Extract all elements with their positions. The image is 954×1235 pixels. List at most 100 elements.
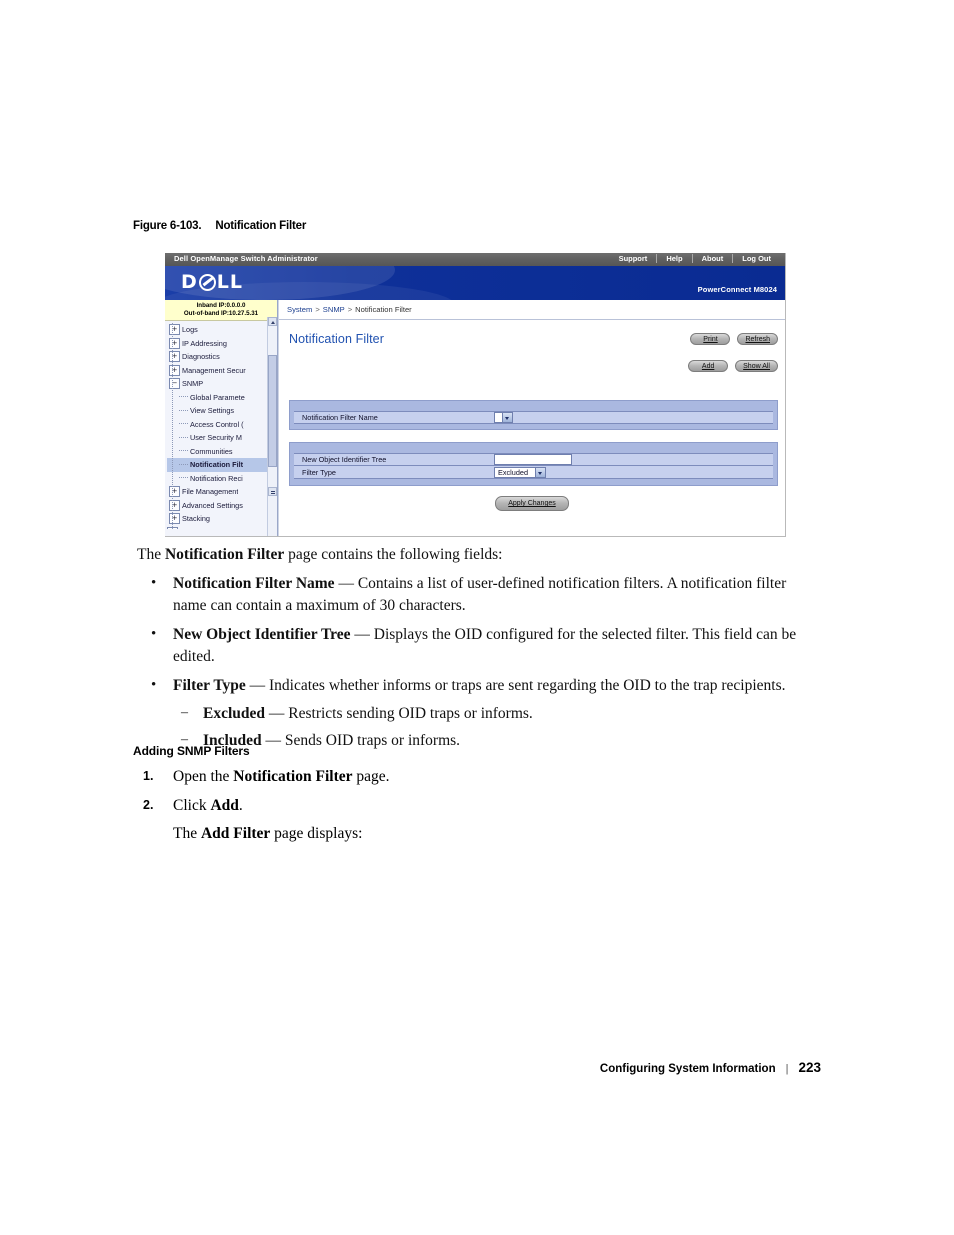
sidebar-item-label: Logs bbox=[182, 325, 198, 335]
expand-icon[interactable]: + bbox=[169, 499, 180, 511]
scroll-up-arrow-icon[interactable] bbox=[268, 317, 277, 326]
step-cont-pre: The bbox=[173, 825, 201, 842]
tree-leaf-connector-icon[interactable] bbox=[179, 477, 188, 479]
field-bullet: • Filter Type — Indicates whether informs… bbox=[137, 675, 817, 752]
notification-filter-name-row: Notification Filter Name bbox=[294, 411, 773, 424]
panel-spacer bbox=[290, 401, 777, 411]
tree-guide-line bbox=[172, 323, 173, 529]
sidebar-item-label: Management Secur bbox=[182, 365, 246, 375]
app-titlebar: Dell OpenManage Switch Administrator Sup… bbox=[165, 253, 785, 266]
footer-page-number: 223 bbox=[798, 1060, 821, 1075]
bullet-dash: — bbox=[334, 575, 358, 592]
tree-leaf-connector-icon[interactable] bbox=[179, 436, 188, 439]
support-link[interactable]: Support bbox=[610, 254, 657, 263]
dell-logo-e-icon bbox=[198, 274, 216, 291]
sidebar-item-communities[interactable]: Communities bbox=[167, 445, 277, 459]
bullet-marker: • bbox=[151, 677, 157, 693]
page-footer: Configuring System Information | 223 bbox=[600, 1060, 821, 1075]
filter-type-row: Filter Type Excluded bbox=[294, 466, 773, 479]
sidebar-item-label: Notification Filt bbox=[190, 460, 244, 470]
app-name-label: Dell OpenManage Switch Administrator bbox=[174, 254, 318, 263]
lead-pre: The bbox=[137, 546, 165, 563]
sidebar-item-notification-filt[interactable]: Notification Filt bbox=[167, 458, 277, 472]
step-2-number: 2. bbox=[143, 797, 154, 812]
lead-paragraph: The Notification Filter page contains th… bbox=[137, 544, 817, 565]
tree-leaf-connector-icon[interactable] bbox=[179, 450, 188, 452]
notification-filter-name-label: Notification Filter Name bbox=[302, 413, 378, 422]
toolbar-row-print-refresh: Print Refresh bbox=[690, 333, 778, 345]
chevron-down-icon bbox=[502, 413, 512, 422]
filter-type-select[interactable]: Excluded bbox=[494, 466, 546, 478]
notification-filter-name-select[interactable] bbox=[494, 412, 513, 423]
filter-type-option-list: – Excluded — Restricts sending OID traps … bbox=[173, 703, 817, 752]
panel-spacer bbox=[290, 443, 777, 453]
sidebar-item-view-settings[interactable]: View Settings bbox=[167, 404, 277, 418]
outofband-ip-label: Out-of-band IP:10.27.5.31 bbox=[183, 310, 259, 317]
option-text: Sends OID traps or informs. bbox=[284, 732, 461, 749]
bullet-dash: — bbox=[245, 677, 270, 694]
sidebar-item-snmp[interactable]: − SNMP bbox=[167, 377, 277, 391]
new-object-identifier-tree-input[interactable] bbox=[494, 454, 572, 465]
filter-type-label: Filter Type bbox=[302, 467, 336, 477]
about-link[interactable]: About bbox=[693, 254, 733, 263]
expand-icon[interactable]: + bbox=[169, 337, 180, 349]
sidebar-item-diagnostics[interactable]: + Diagnostics bbox=[167, 350, 277, 364]
sidebar-item-access-control[interactable]: Access Control ( bbox=[167, 418, 277, 432]
expand-icon[interactable]: + bbox=[169, 486, 180, 498]
new-object-identifier-tree-row: New Object Identifier Tree bbox=[294, 453, 773, 466]
sidebar-item-notification-reci[interactable]: Notification Reci bbox=[167, 472, 277, 486]
section-subheading: Adding SNMP Filters bbox=[133, 744, 250, 758]
sidebar-item-label: View Settings bbox=[190, 406, 235, 416]
product-model-label: PowerConnect M8024 bbox=[697, 285, 777, 294]
expand-icon[interactable]: + bbox=[169, 324, 180, 336]
tree-leaf-connector-icon[interactable] bbox=[179, 409, 188, 412]
add-button[interactable]: Add bbox=[688, 360, 729, 372]
sidebar-item-file-management[interactable]: + File Management bbox=[167, 485, 277, 499]
sidebar-item-advanced-settings[interactable]: + Advanced Settings bbox=[167, 499, 277, 513]
toolbar-row-add-showall: Add Show All bbox=[688, 360, 778, 372]
figure-title: Notification Filter bbox=[215, 220, 307, 232]
apply-changes-button[interactable]: Apply Changes bbox=[495, 496, 569, 511]
step-2-post: . bbox=[238, 796, 243, 814]
option-bullet: – Excluded — Restricts sending OID traps … bbox=[173, 703, 817, 725]
help-link[interactable]: Help bbox=[657, 254, 691, 263]
tree-leaf-connector-icon[interactable] bbox=[179, 423, 188, 425]
expand-icon[interactable]: + bbox=[169, 364, 180, 376]
sidebar-item-global-paramete[interactable]: Global Paramete bbox=[167, 391, 277, 405]
sidebar-item-label: Notification Reci bbox=[190, 473, 243, 483]
sidebar-item-user-security-m[interactable]: User Security M bbox=[167, 431, 277, 445]
figure-caption: Figure 6-103. Notification Filter bbox=[133, 220, 306, 232]
bullet-term: Filter Type bbox=[173, 677, 246, 694]
tree-leaf-connector-icon[interactable] bbox=[179, 396, 188, 398]
sidebar-item-label: Advanced Settings bbox=[182, 500, 243, 510]
scrollbar-thumb[interactable] bbox=[268, 355, 277, 467]
breadcrumb-notification-filter: Notification Filter bbox=[355, 305, 412, 314]
breadcrumb-snmp[interactable]: SNMP bbox=[323, 305, 345, 314]
print-button[interactable]: Print bbox=[690, 333, 731, 345]
new-object-identifier-tree-label: New Object Identifier Tree bbox=[302, 455, 387, 464]
sidebar-item-stacking[interactable]: + Stacking bbox=[167, 512, 277, 526]
sidebar-item-label: User Security M bbox=[190, 433, 242, 443]
breadcrumb-system[interactable]: System bbox=[287, 305, 312, 314]
dell-logo: D LL bbox=[181, 273, 243, 292]
expand-icon[interactable]: + bbox=[169, 513, 180, 525]
refresh-button[interactable]: Refresh bbox=[737, 333, 778, 345]
collapse-icon[interactable]: − bbox=[169, 378, 180, 390]
field-bullet: • New Object Identifier Tree — Displays t… bbox=[137, 624, 817, 667]
show-all-button[interactable]: Show All bbox=[735, 360, 778, 372]
tree-leaf-connector-icon[interactable] bbox=[179, 463, 188, 466]
log-out-link[interactable]: Log Out bbox=[733, 254, 780, 263]
sidebar-scrollbar[interactable] bbox=[267, 317, 277, 536]
sidebar-item-management-secur[interactable]: + Management Secur bbox=[167, 364, 277, 378]
filter-name-panel: Notification Filter Name bbox=[289, 400, 778, 430]
expand-icon[interactable]: + bbox=[169, 351, 180, 363]
bullet-text: Indicates whether informs or traps are s… bbox=[269, 677, 786, 694]
step-1-post: page. bbox=[352, 768, 390, 785]
apply-button-row: Apply Changes bbox=[279, 496, 785, 511]
scroll-down-arrow-icon[interactable] bbox=[268, 487, 277, 496]
sidebar-item-logs[interactable]: + Logs bbox=[167, 323, 277, 337]
sidebar-item-ip-addressing[interactable]: + IP Addressing bbox=[167, 337, 277, 351]
sidebar-item-label: Stacking bbox=[182, 514, 210, 524]
sidebar-item-switching[interactable]: −Switching bbox=[167, 526, 277, 529]
step-cont-post: page displays: bbox=[270, 825, 363, 842]
